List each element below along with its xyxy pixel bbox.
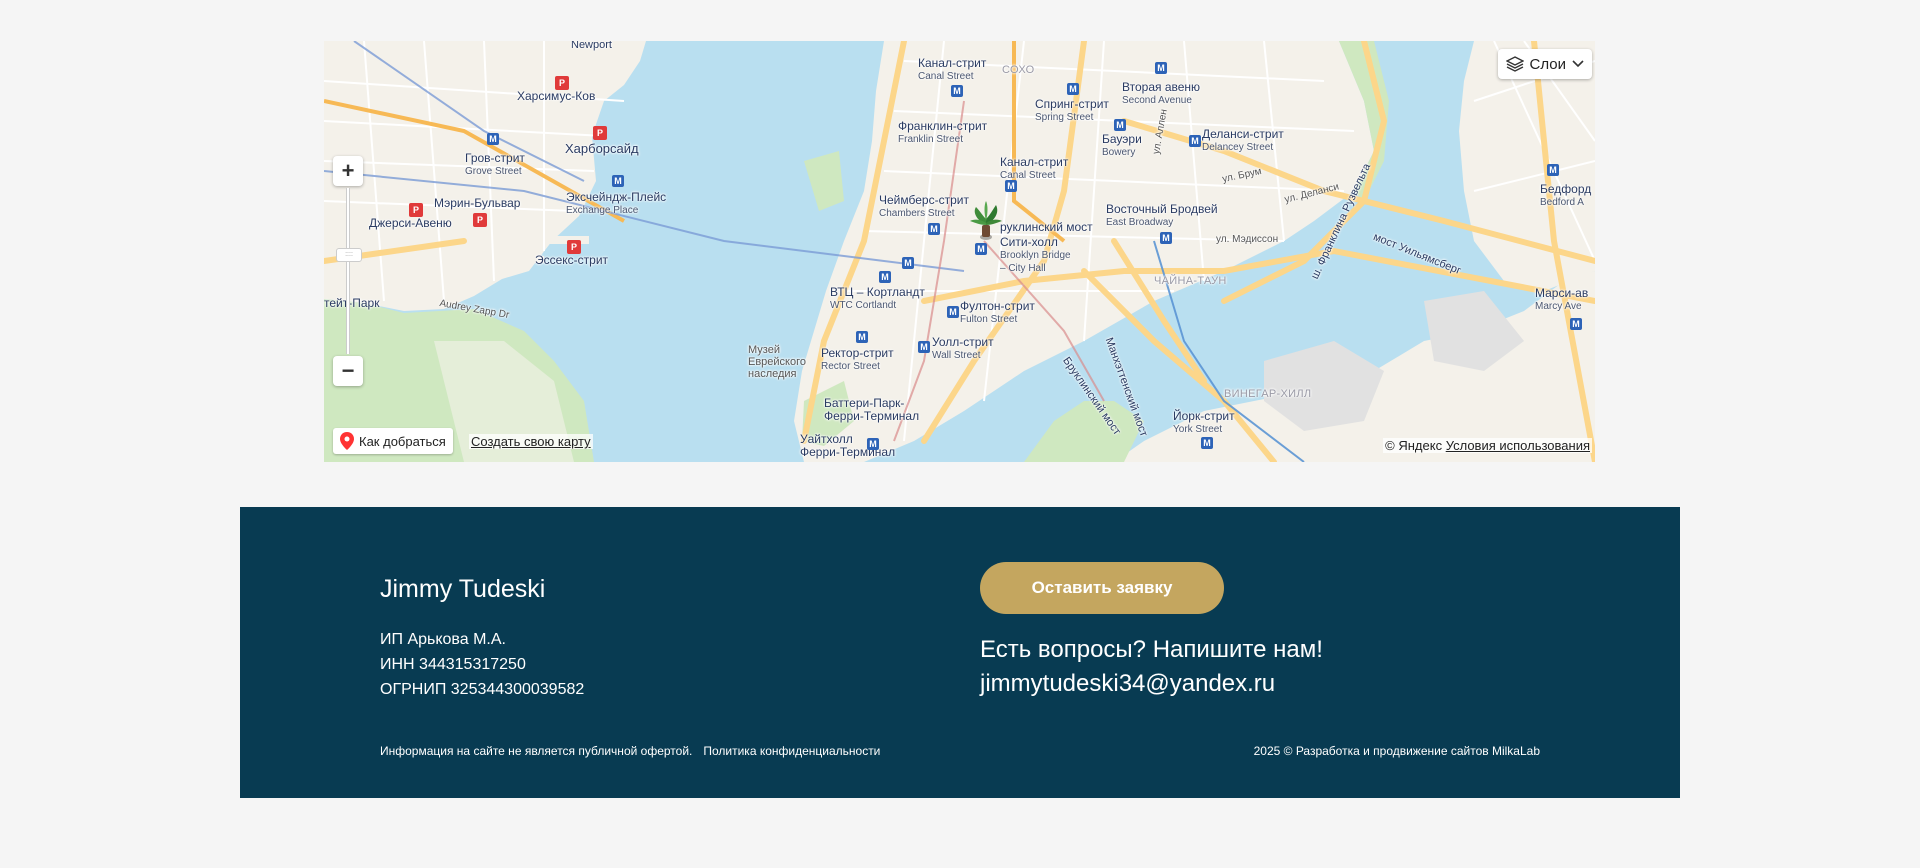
map-label-newport: Newport <box>571 41 612 51</box>
disclaimer-text: Информация на сайте не является публично… <box>380 744 693 758</box>
map-label-exchange: Эксчейндж-Плейс Exchange Place <box>566 190 667 217</box>
chevron-down-icon <box>1572 60 1584 68</box>
map-label-harborside: Харборсайд <box>565 141 639 156</box>
rail-icon: P <box>555 76 569 90</box>
metro-icon: M <box>487 133 499 145</box>
map-label-vinegar: ВИНЕГАР-ХИЛЛ <box>1224 388 1312 400</box>
map-label-chinatown: ЧАЙНА-ТАУН <box>1154 275 1227 287</box>
map-label-jersey-ave: Джерси-Авеню <box>369 216 452 230</box>
map-label-spring: Спринг-стрит Spring Street <box>1035 97 1109 124</box>
metro-icon: M <box>1114 119 1126 131</box>
metro-icon: M <box>1201 437 1213 449</box>
request-button[interactable]: Оставить заявку <box>980 562 1224 614</box>
route-button[interactable]: Как добраться <box>333 428 453 454</box>
legal-inn: ИНН 344315317250 <box>380 656 526 673</box>
contact-block: Есть вопросы? Напишите нам! jimmytudeski… <box>980 633 1323 701</box>
questions-text: Есть вопросы? Напишите нам! <box>980 636 1323 663</box>
rail-icon: P <box>567 240 581 254</box>
map-widget[interactable]: Newport Харсимус-Ков Харборсайд Гров-стр… <box>324 41 1595 462</box>
footer-links: Информация на сайте не является публично… <box>380 744 880 758</box>
metro-icon: M <box>1160 232 1172 244</box>
metro-icon: M <box>1570 318 1582 330</box>
metro-icon: M <box>1547 164 1559 176</box>
map-label-harsimus: Харсимус-Ков <box>517 89 596 103</box>
map-label-canal2: Канал-стрит Canal Street <box>1000 155 1069 182</box>
developer-credits[interactable]: 2025 © Разработка и продвижение сайтов M… <box>1254 744 1540 758</box>
map-label-fulton: Фултон-стрит Fulton Street <box>960 299 1035 326</box>
map-label-second: Вторая авеню Second Avenue <box>1122 80 1201 107</box>
legal-ogrnip: ОГРНИП 325344300039582 <box>380 681 585 698</box>
map-label-city-hall: Сити-холл Brooklyn Bridge – City Hall <box>1000 235 1071 275</box>
map-label-battery: Баттери-Парк- Ферри-Терминал <box>824 396 920 423</box>
metro-icon: M <box>1067 83 1079 95</box>
rail-icon: P <box>409 203 423 217</box>
map-label-madison: ул. Мэдиссон <box>1216 234 1279 245</box>
map-label-wtc: ВТЦ – Кортландт WTC Cortlandt <box>830 285 925 312</box>
map-label-museum: Музей Еврейского наследия <box>748 344 807 380</box>
map-label-franklin: Франклин-стрит Franklin Street <box>898 119 988 146</box>
zoom-control: + :::: − <box>333 156 363 386</box>
rail-icon: P <box>593 126 607 140</box>
metro-icon: M <box>947 306 959 318</box>
rail-icon: P <box>473 213 487 227</box>
terms-link[interactable]: Условия использования <box>1446 438 1590 453</box>
map-label-east-broadway: Восточный Бродвей East Broadway <box>1106 202 1218 229</box>
layers-button[interactable]: Слои <box>1497 49 1592 79</box>
privacy-link[interactable]: Политика конфиденциальности <box>703 744 880 758</box>
map-label-rector: Ректор-стрит Rector Street <box>821 346 894 373</box>
legal-info: ИП Арькова М.А. ИНН 344315317250 ОГРНИП … <box>380 627 584 702</box>
metro-icon: M <box>902 257 914 269</box>
map-label-canal1: Канал-стрит Canal Street <box>918 56 987 83</box>
zoom-slider-handle[interactable]: :::: <box>336 248 362 262</box>
map-label-essex: Эссекс-стрит <box>535 253 609 267</box>
metro-icon: M <box>951 85 963 97</box>
zoom-in-button[interactable]: + <box>333 156 363 186</box>
metro-icon: M <box>1189 135 1201 147</box>
metro-icon: M <box>856 331 868 343</box>
map-label-delancey: Деланси-стрит Delancey Street <box>1202 127 1284 154</box>
route-label: Как добраться <box>359 433 446 449</box>
map-label-marcy: Марси-ав Marcy Ave <box>1535 286 1589 313</box>
zoom-slider[interactable]: :::: <box>336 188 362 354</box>
metro-icon: M <box>928 223 940 235</box>
legal-entity: ИП Арькова М.А. <box>380 631 506 648</box>
map-label-wall: Уолл-стрит Wall Street <box>932 335 994 362</box>
map-copyright: © Яндекс Условия использования <box>1383 438 1592 453</box>
map-label-grove: Гров-стрит Grove Street <box>465 151 525 178</box>
map-label-marin: Мэрин-Бульвар <box>434 196 521 210</box>
layers-icon <box>1505 56 1524 72</box>
map-label-bedford: Бедфорд Bedford A <box>1540 182 1592 209</box>
zoom-out-button[interactable]: − <box>333 356 363 386</box>
email-link[interactable]: jimmytudeski34@yandex.ru <box>980 667 1323 701</box>
map-label-brooklyn-bridge: руклинский мост <box>1000 220 1093 234</box>
metro-icon: M <box>867 438 879 450</box>
metro-icon: M <box>1005 180 1017 192</box>
metro-icon: M <box>975 243 987 255</box>
layers-label: Слои <box>1529 55 1566 73</box>
map-label-bowery: Бауэри Bowery <box>1102 132 1142 159</box>
metro-icon: M <box>1155 62 1167 74</box>
copyright-text: © Яндекс <box>1385 438 1443 453</box>
map-label-soho: СОХО <box>1002 64 1035 76</box>
map-label-whitehall: Уайтхолл Ферри-Терминал <box>800 432 896 459</box>
footer: Jimmy Tudeski ИП Арькова М.А. ИНН 344315… <box>240 507 1680 798</box>
metro-icon: M <box>918 341 930 353</box>
map-label-chambers: Чеймберс-стрит Chambers Street <box>879 193 969 220</box>
map-label-york: Йорк-стрит York Street <box>1173 409 1235 436</box>
map-pin-icon <box>340 432 354 450</box>
metro-icon: M <box>879 271 891 283</box>
location-pin-icon[interactable] <box>968 199 1004 241</box>
metro-icon: M <box>612 175 624 187</box>
footer-brand: Jimmy Tudeski <box>380 575 546 603</box>
create-map-link[interactable]: Создать свою карту <box>469 434 593 449</box>
